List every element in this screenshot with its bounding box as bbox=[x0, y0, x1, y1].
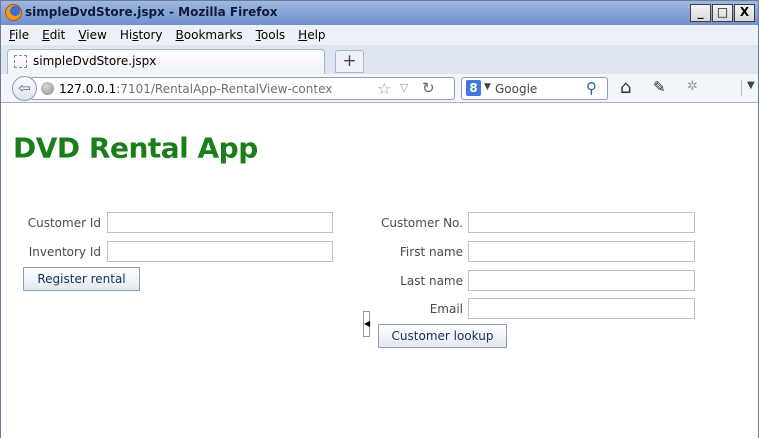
last-name-label: Last name bbox=[400, 274, 463, 288]
menu-bookmarks[interactable]: Bookmarks bbox=[176, 28, 243, 42]
menu-file[interactable]: File bbox=[9, 28, 29, 42]
tab-simpledvdstore[interactable]: simpleDvdStore.jspx bbox=[7, 49, 325, 74]
email-label: Email bbox=[429, 302, 463, 316]
customer-lookup-button[interactable]: Customer lookup bbox=[378, 324, 507, 348]
page-title: DVD Rental App bbox=[13, 131, 258, 165]
menu-tools[interactable]: Tools bbox=[256, 28, 286, 42]
last-name-input[interactable] bbox=[468, 270, 695, 291]
customer-no-label: Customer No. bbox=[380, 216, 463, 230]
inventory-id-label: Inventory Id bbox=[28, 245, 101, 259]
url-bar[interactable]: 127.0.0.1:7101/RentalApp-RentalView-cont… bbox=[31, 77, 455, 100]
reload-icon[interactable]: ↻ bbox=[422, 79, 435, 97]
addon-icon[interactable]: ✲ bbox=[687, 79, 698, 94]
page-favicon-icon bbox=[14, 55, 27, 68]
search-go-icon[interactable]: ⚲ bbox=[586, 79, 597, 97]
customer-no-input[interactable] bbox=[468, 212, 695, 233]
menu-edit[interactable]: Edit bbox=[42, 28, 65, 42]
search-input[interactable]: Google bbox=[495, 82, 537, 96]
menu-bar: File Edit View History Bookmarks Tools H… bbox=[1, 25, 758, 45]
customer-id-input[interactable] bbox=[107, 212, 333, 233]
firefox-logo-icon bbox=[5, 4, 22, 21]
menu-view[interactable]: View bbox=[78, 28, 106, 42]
window-controls: _ □ X bbox=[690, 4, 755, 22]
url-host: 127.0.0.1 bbox=[59, 82, 117, 96]
tab-title: simpleDvdStore.jspx bbox=[33, 54, 157, 68]
globe-icon bbox=[41, 82, 54, 95]
window-title: simpleDvdStore.jspx - Mozilla Firefox bbox=[25, 5, 278, 19]
email-input[interactable] bbox=[468, 298, 695, 319]
url-text[interactable]: 127.0.0.1:7101/RentalApp-RentalView-cont… bbox=[59, 82, 344, 96]
navigation-bar: 127.0.0.1:7101/RentalApp-RentalView-cont… bbox=[1, 74, 758, 103]
back-icon: ⇦ bbox=[18, 79, 31, 97]
search-bar[interactable]: 8 ▼ Google ⚲ bbox=[461, 77, 608, 100]
search-dropdown-icon[interactable]: ▼ bbox=[484, 82, 491, 92]
minimize-button[interactable]: _ bbox=[690, 4, 711, 22]
customer-id-label: Customer Id bbox=[27, 216, 101, 230]
browser-window: simpleDvdStore.jspx - Mozilla Firefox _ … bbox=[0, 0, 759, 439]
star-icon[interactable]: ☆ bbox=[377, 79, 391, 98]
url-path: :7101/RentalApp-RentalView-contex bbox=[116, 82, 333, 96]
back-button[interactable]: ⇦ bbox=[12, 76, 37, 101]
dropmarker-icon[interactable]: ▽ bbox=[400, 81, 408, 94]
first-name-input[interactable] bbox=[468, 241, 695, 262]
title-bar: simpleDvdStore.jspx - Mozilla Firefox _ … bbox=[1, 1, 758, 25]
register-rental-button[interactable]: Register rental bbox=[23, 267, 140, 291]
close-button[interactable]: X bbox=[734, 4, 755, 22]
inventory-id-input[interactable] bbox=[107, 241, 333, 262]
toolbar-divider bbox=[741, 80, 742, 96]
first-name-label: First name bbox=[399, 245, 463, 259]
home-icon[interactable]: ⌂ bbox=[620, 77, 631, 98]
tools-icon[interactable]: ✎ bbox=[653, 78, 666, 96]
new-tab-button[interactable]: + bbox=[335, 50, 364, 73]
menu-arrow-icon[interactable]: ▼ bbox=[747, 80, 755, 91]
search-engine-icon[interactable]: 8 bbox=[466, 80, 481, 96]
menu-help[interactable]: Help bbox=[298, 28, 325, 42]
maximize-button[interactable]: □ bbox=[712, 4, 733, 22]
menu-history[interactable]: History bbox=[120, 28, 163, 42]
splitter-collapse-handle[interactable]: ◀ bbox=[363, 311, 370, 337]
page-content: DVD Rental App Customer Id Inventory Id … bbox=[1, 103, 758, 439]
tab-strip: simpleDvdStore.jspx + bbox=[1, 45, 758, 74]
